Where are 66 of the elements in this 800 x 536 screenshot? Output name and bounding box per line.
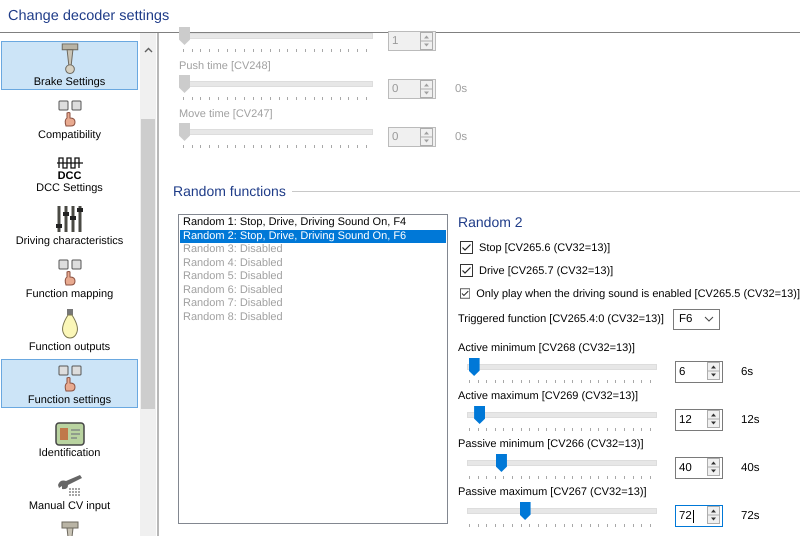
spin-arrows-icon[interactable] bbox=[707, 458, 720, 476]
slider[interactable] bbox=[179, 27, 375, 55]
function-keys-icon bbox=[56, 259, 82, 287]
slider-thumb[interactable] bbox=[496, 454, 507, 472]
slider-thumb[interactable] bbox=[520, 502, 531, 520]
checkbox-icon[interactable] bbox=[460, 241, 473, 254]
sidebar-item[interactable]: Function outputs bbox=[1, 306, 138, 355]
field-label: Passive minimum [CV266 (CV32=13)] bbox=[458, 437, 645, 452]
scroll-up-icon[interactable] bbox=[144, 47, 153, 53]
spin-arrows-icon[interactable] bbox=[707, 410, 720, 428]
slider-thumb[interactable] bbox=[474, 406, 486, 424]
unit-label: 72s bbox=[741, 510, 760, 522]
field-label: Move time [CV247] bbox=[179, 107, 274, 122]
function-keys-icon bbox=[56, 365, 82, 393]
field-label: Push time [CV248] bbox=[179, 59, 272, 74]
dropdown[interactable]: F6 bbox=[673, 308, 720, 330]
spin-arrows-icon[interactable] bbox=[707, 506, 720, 524]
sidebar-item[interactable]: Function mapping bbox=[1, 253, 138, 302]
scrollbar-thumb[interactable] bbox=[141, 119, 155, 409]
panel-title: Random 2 bbox=[458, 214, 524, 230]
list-item[interactable]: Random 1: Stop, Drive, Driving Sound On, F4 bbox=[180, 216, 446, 230]
sidebar-item[interactable]: Driving characteristics bbox=[1, 200, 138, 249]
sidebar-item[interactable]: DCC DCC Settings bbox=[1, 147, 138, 196]
window-title: Change decoder settings bbox=[8, 8, 170, 24]
section-title: Random functions bbox=[173, 183, 286, 199]
checkbox[interactable]: Drive [CV265.7 (CV32=13)] bbox=[458, 259, 800, 282]
list-item[interactable]: Random 2: Stop, Drive, Driving Sound On, F6 bbox=[180, 230, 446, 243]
slider[interactable] bbox=[465, 406, 659, 434]
random-function-list[interactable] bbox=[178, 214, 448, 524]
id-card-icon bbox=[54, 422, 84, 446]
sidebar-item[interactable]: Function settings bbox=[1, 359, 138, 408]
chevron-down-icon bbox=[704, 316, 714, 322]
wrench-icon bbox=[56, 473, 84, 499]
field-label: Triggered function [CV265.4:0 (CV32=13)] bbox=[458, 313, 665, 325]
slider[interactable] bbox=[465, 358, 659, 386]
number-field[interactable]: 40 bbox=[675, 457, 723, 479]
slider[interactable] bbox=[465, 502, 659, 530]
unit-label: 12s bbox=[741, 414, 760, 426]
checkbox[interactable]: Only play when the driving sound is enabled [CV265.5 (CV32=13)] bbox=[458, 282, 800, 305]
field-label: Active minimum [CV268 (CV32=13)] bbox=[458, 341, 636, 356]
sidebar-item[interactable]: Identification bbox=[1, 412, 138, 461]
checkbox-icon[interactable] bbox=[460, 287, 470, 300]
slider[interactable] bbox=[465, 454, 659, 482]
square-wave-icon bbox=[56, 156, 84, 170]
mixer-sliders-icon bbox=[56, 204, 84, 234]
unit-label: 6s bbox=[741, 366, 754, 378]
unit-label: 40s bbox=[741, 462, 760, 474]
spin-arrows-icon[interactable] bbox=[707, 362, 720, 380]
unit-label: 0s bbox=[455, 83, 468, 95]
slider[interactable] bbox=[179, 123, 375, 151]
sidebar-item[interactable]: Manual CV input bbox=[1, 465, 138, 514]
checkbox[interactable]: Stop [CV265.6 (CV32=13)] bbox=[458, 236, 800, 259]
sidebar-item[interactable]: Brake Settings bbox=[1, 41, 138, 90]
slider-thumb[interactable] bbox=[468, 358, 480, 376]
number-field[interactable]: 72 bbox=[675, 505, 723, 527]
checkbox-icon[interactable] bbox=[460, 264, 473, 277]
function-keys-icon bbox=[56, 100, 82, 128]
scrollbar[interactable] bbox=[140, 33, 156, 536]
field-label: Passive maximum [CV267 (CV32=13)] bbox=[458, 485, 648, 500]
number-field[interactable]: 12 bbox=[675, 409, 723, 431]
field-label: Active maximum [CV269 (CV32=13)] bbox=[458, 389, 640, 404]
sidebar-item[interactable]: Compatibility bbox=[1, 94, 138, 143]
slider[interactable] bbox=[179, 75, 375, 103]
unit-label: 0s bbox=[455, 131, 468, 143]
icon-caption: DCC bbox=[58, 171, 82, 181]
number-field[interactable]: 6 bbox=[675, 361, 723, 383]
